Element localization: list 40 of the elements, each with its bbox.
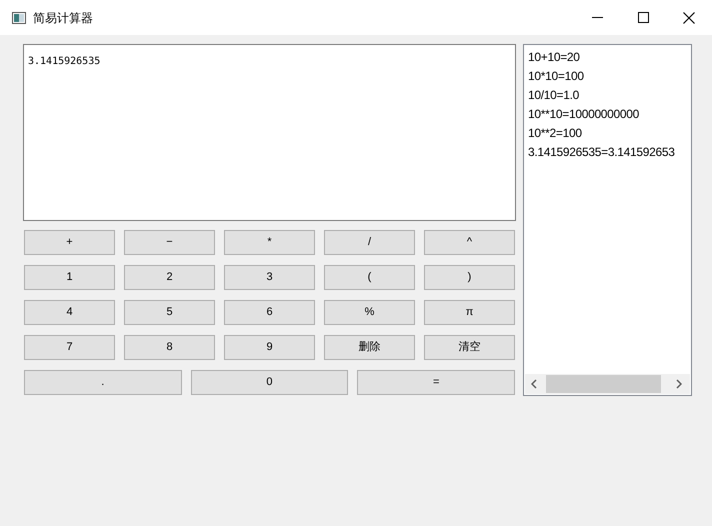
- app-window-icon: [12, 12, 26, 24]
- keypad-button[interactable]: /: [324, 230, 415, 255]
- horizontal-scrollbar[interactable]: [525, 374, 690, 394]
- keypad-button[interactable]: 0: [190, 370, 348, 395]
- window-title: 简易计算器: [33, 10, 93, 26]
- keypad-button[interactable]: −: [124, 230, 215, 255]
- history-entry[interactable]: 10/10=1.0: [528, 86, 687, 105]
- scroll-left-icon[interactable]: [531, 379, 537, 389]
- keypad-button[interactable]: 6: [224, 300, 315, 325]
- keypad-button[interactable]: =: [357, 370, 515, 395]
- keypad-button[interactable]: ): [424, 265, 515, 290]
- keypad-button[interactable]: %: [324, 300, 415, 325]
- keypad-button[interactable]: *: [224, 230, 315, 255]
- keypad-button[interactable]: 清空: [424, 335, 515, 360]
- display-field[interactable]: 3.1415926535: [23, 44, 516, 221]
- keypad-button[interactable]: 5: [124, 300, 215, 325]
- keypad-button[interactable]: 8: [124, 335, 215, 360]
- minimize-icon: [592, 17, 602, 18]
- scrollbar-thumb[interactable]: [546, 375, 661, 393]
- close-icon: [683, 12, 695, 24]
- keypad-button[interactable]: 7: [24, 335, 115, 360]
- keypad-button[interactable]: 3: [224, 265, 315, 290]
- history-entry[interactable]: 10*10=100: [528, 67, 687, 86]
- keypad-button[interactable]: ^: [424, 230, 515, 255]
- keypad-button[interactable]: π: [424, 300, 515, 325]
- scroll-right-icon[interactable]: [676, 379, 682, 389]
- keypad-button[interactable]: 4: [24, 300, 115, 325]
- keypad-button[interactable]: +: [24, 230, 115, 255]
- history-entry[interactable]: 10**2=100: [528, 124, 687, 143]
- keypad-button[interactable]: 2: [124, 265, 215, 290]
- maximize-icon: [638, 12, 648, 23]
- display-value: 3.1415926535: [28, 56, 100, 67]
- keypad-button[interactable]: 9: [224, 335, 315, 360]
- history-entry[interactable]: 10+10=20: [528, 48, 687, 67]
- keypad-button[interactable]: (: [324, 265, 415, 290]
- history-entry[interactable]: 3.1415926535=3.141592653: [528, 143, 687, 162]
- keypad-button[interactable]: .: [24, 370, 182, 395]
- keypad-button[interactable]: 删除: [324, 335, 415, 360]
- history-entry[interactable]: 10**10=10000000000: [528, 105, 687, 124]
- keypad-button[interactable]: 1: [24, 265, 115, 290]
